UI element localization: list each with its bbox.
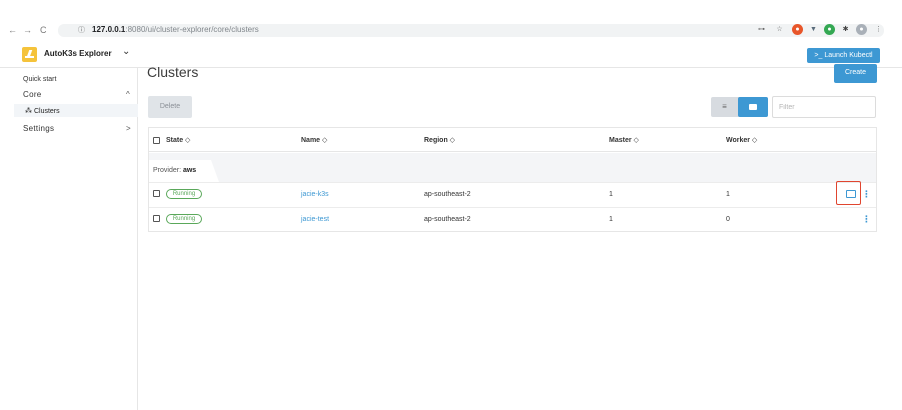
extension-green-icon[interactable]: ● (824, 24, 835, 35)
table-header (148, 127, 877, 152)
back-icon[interactable]: ← (8, 24, 17, 36)
cluster-icon: ⁂ (25, 108, 32, 115)
site-info-icon[interactable]: ⓘ (78, 25, 85, 35)
sidebar-group-core[interactable]: Core (23, 90, 42, 99)
cluster-master: 1 (609, 191, 613, 198)
column-header-state[interactable]: State ◇ (166, 136, 190, 144)
cluster-worker: 0 (726, 216, 730, 223)
filter-input[interactable] (772, 96, 876, 118)
cluster-name-link[interactable]: jacie-k3s (301, 191, 329, 198)
cluster-region: ap-southeast-2 (424, 191, 471, 198)
sidebar-item-quick-start[interactable]: Quick start (23, 76, 56, 83)
cluster-master: 1 (609, 216, 613, 223)
launch-kubectl-button[interactable]: >_ Launch Kubectl (807, 48, 880, 63)
column-header-worker[interactable]: Worker ◇ (726, 136, 757, 144)
highlight-box (836, 181, 861, 205)
chevron-down-icon[interactable]: ⌄ (122, 46, 130, 57)
sidebar-group-settings[interactable]: Settings (23, 124, 54, 133)
chevron-up-icon[interactable]: ^ (126, 90, 130, 99)
key-icon[interactable]: ⊶ (756, 24, 767, 35)
flat-list-icon[interactable]: ≡ (711, 97, 738, 117)
column-header-master[interactable]: Master ◇ (609, 136, 639, 144)
group-value: aws (182, 167, 197, 174)
page-title: Clusters (147, 64, 199, 80)
url-host: 127.0.0.1 (92, 25, 126, 34)
extension-red-icon[interactable]: ● (792, 24, 803, 35)
row-actions-icon[interactable]: ⋮ (862, 214, 871, 225)
row-actions-icon[interactable]: ⋮ (862, 189, 871, 200)
row-divider (149, 207, 876, 208)
url-port: :8080 (125, 25, 146, 34)
cluster-worker: 1 (726, 191, 730, 198)
group-prefix: Provider: (153, 167, 183, 174)
url-text[interactable]: 127.0.0.1:8080/ui/cluster-explorer/core/… (92, 25, 259, 34)
browser-menu-icon[interactable]: ⋮ (873, 24, 884, 35)
row-checkbox[interactable] (153, 190, 160, 197)
column-header-name[interactable]: Name ◇ (301, 136, 327, 144)
forward-icon[interactable]: → (23, 24, 32, 36)
extensions-puzzle-icon[interactable]: ✱ (840, 24, 851, 35)
cluster-name-link[interactable]: jacie-test (301, 216, 329, 223)
status-badge: Running (166, 189, 202, 199)
extension-vue-icon[interactable]: ▼ (808, 24, 819, 35)
app-header (0, 42, 902, 68)
row-divider (149, 182, 876, 183)
sidebar-item-clusters-label: ⁂ Clusters (25, 107, 60, 115)
url-path: /ui/cluster-explorer/core/clusters (145, 25, 259, 34)
star-icon[interactable]: ☆ (774, 24, 785, 35)
chevron-right-icon[interactable]: > (126, 124, 131, 133)
group-label: Provider: aws (153, 167, 196, 174)
reload-icon[interactable]: C (40, 24, 47, 36)
sidebar-clusters-text: Clusters (33, 108, 60, 115)
group-row (149, 153, 876, 182)
column-header-region[interactable]: Region ◇ (424, 136, 455, 144)
sidebar (0, 68, 138, 410)
cluster-region: ap-southeast-2 (424, 216, 471, 223)
group-by-folder-icon[interactable] (738, 97, 768, 117)
create-button[interactable]: Create (834, 64, 877, 83)
row-checkbox[interactable] (153, 215, 160, 222)
app-name: AutoK3s Explorer (44, 49, 112, 58)
status-badge: Running (166, 214, 202, 224)
autok3s-logo-icon (22, 47, 37, 62)
delete-button[interactable]: Delete (148, 96, 192, 118)
profile-avatar-icon[interactable]: ● (856, 24, 867, 35)
select-all-checkbox[interactable] (153, 137, 160, 144)
